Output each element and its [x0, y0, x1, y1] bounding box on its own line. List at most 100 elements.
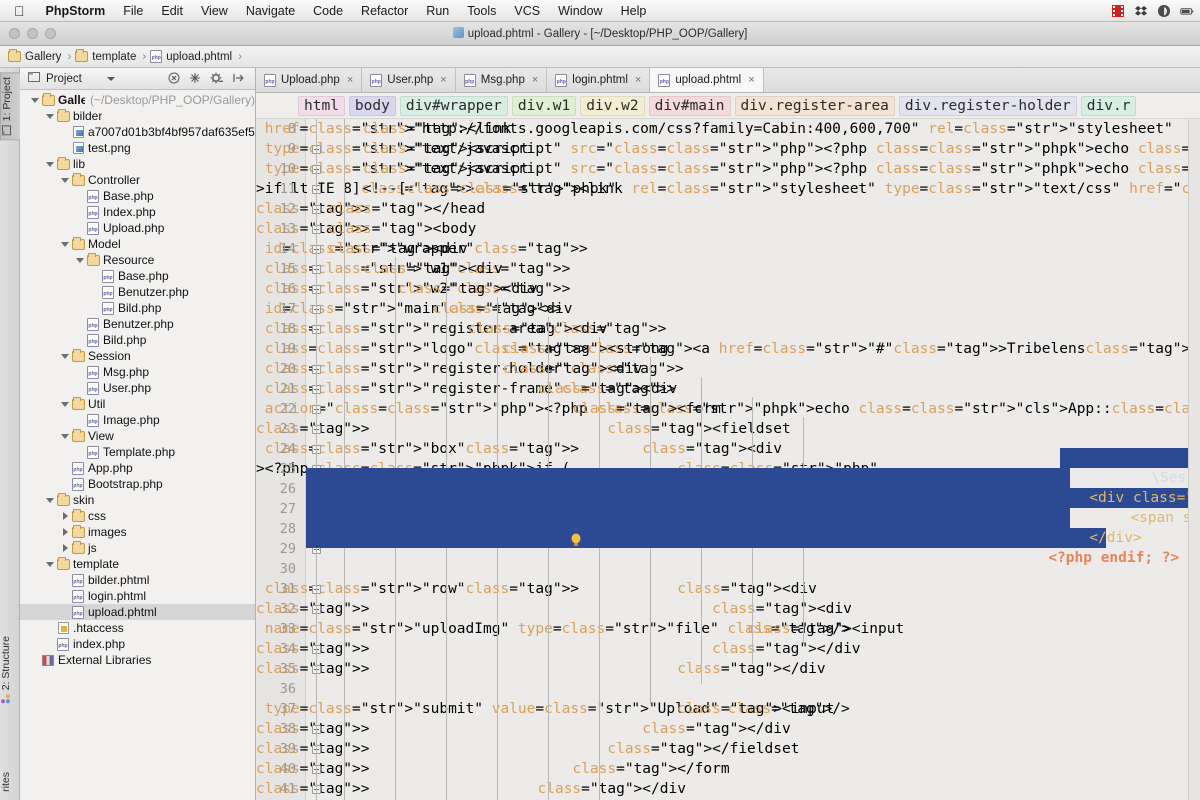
menu-item-edit[interactable]: Edit	[152, 4, 192, 18]
tree-twisty-right[interactable]	[60, 527, 71, 538]
tree-twisty-down[interactable]	[45, 111, 56, 122]
tree-item-bilder-phtml[interactable]: bilder.phtml	[20, 572, 255, 588]
editor-tab-user-php[interactable]: User.php ×	[362, 68, 456, 92]
autoscroll-icon[interactable]	[189, 72, 201, 86]
element-crumb-div-w1[interactable]: div.w1	[511, 95, 577, 116]
tool-window-button-project[interactable]: 1: Project	[0, 72, 20, 141]
menu-item-tools[interactable]: Tools	[458, 4, 505, 18]
tree-item--htaccess[interactable]: .htaccess	[20, 620, 255, 636]
tree-item-bootstrap-php[interactable]: Bootstrap.php	[20, 476, 255, 492]
element-crumb-div-wrapper[interactable]: div#wrapper	[399, 95, 508, 116]
chevron-down-icon[interactable]	[106, 76, 115, 81]
gear-icon[interactable]	[210, 72, 224, 86]
close-icon[interactable]: ×	[438, 74, 446, 86]
tree-twisty-down[interactable]	[60, 399, 71, 410]
menu-item-refactor[interactable]: Refactor	[352, 4, 417, 18]
tree-twisty-down[interactable]	[60, 175, 71, 186]
project-view-selector[interactable]: Project	[24, 71, 119, 86]
breadcrumb-item-template[interactable]: template	[75, 49, 138, 63]
element-crumb-body[interactable]: body	[348, 95, 396, 116]
collapse-all-icon[interactable]	[168, 72, 180, 86]
tree-item-user-php[interactable]: User.php	[20, 380, 255, 396]
code-editor[interactable]: 8 class="tag"><link href=class="str">"ht…	[256, 119, 1200, 800]
tree-item-benutzer-php[interactable]: Benutzer.php	[20, 284, 255, 300]
menu-item-view[interactable]: View	[192, 4, 237, 18]
intention-bulb-icon[interactable]	[570, 533, 581, 546]
tree-item-login-phtml[interactable]: login.phtml	[20, 588, 255, 604]
tree-twisty-right[interactable]	[60, 511, 71, 522]
tree-item-benutzer-php[interactable]: Benutzer.php	[20, 316, 255, 332]
tree-item-view[interactable]: View	[20, 428, 255, 444]
hide-panel-icon[interactable]	[233, 72, 245, 86]
tree-item-resource[interactable]: Resource	[20, 252, 255, 268]
error-stripe[interactable]	[1188, 119, 1200, 800]
menu-item-help[interactable]: Help	[612, 4, 656, 18]
tree-item-a7007d01b3bf4bf957daf635ef5[interactable]: a7007d01b3bf4bf957daf635ef5	[20, 124, 255, 140]
tree-item-js[interactable]: js	[20, 540, 255, 556]
tree-item-index-php[interactable]: Index.php	[20, 204, 255, 220]
tree-item-bilder[interactable]: bilder	[20, 108, 255, 124]
tree-item-test-png[interactable]: test.png	[20, 140, 255, 156]
tree-twisty-down[interactable]	[60, 351, 71, 362]
tool-window-button-favorites[interactable]: rites	[0, 768, 20, 796]
editor-tab-upload-phtml[interactable]: upload.phtml ×	[650, 68, 764, 92]
tree-item-template[interactable]: template	[20, 556, 255, 572]
menu-item-file[interactable]: File	[114, 4, 152, 18]
breadcrumb-item-gallery[interactable]: Gallery	[8, 49, 63, 63]
tree-item-app-php[interactable]: App.php	[20, 460, 255, 476]
recorder-icon[interactable]	[1111, 4, 1125, 18]
tree-item-msg-php[interactable]: Msg.php	[20, 364, 255, 380]
editor-tab-msg-php[interactable]: Msg.php ×	[456, 68, 548, 92]
element-crumb-div-r[interactable]: div.r	[1080, 95, 1137, 116]
tree-item-images[interactable]: images	[20, 524, 255, 540]
menu-item-code[interactable]: Code	[304, 4, 352, 18]
tree-twisty-down[interactable]	[75, 255, 86, 266]
battery-icon[interactable]	[1180, 4, 1194, 18]
tree-item-base-php[interactable]: Base.php	[20, 188, 255, 204]
window-minimize-button[interactable]	[27, 28, 38, 39]
element-crumb-div-w2[interactable]: div.w2	[580, 95, 645, 116]
tree-twisty-down[interactable]	[60, 239, 71, 250]
tree-item-image-php[interactable]: Image.php	[20, 412, 255, 428]
tree-item-upload-php[interactable]: Upload.php	[20, 220, 255, 236]
tree-item-css[interactable]: css	[20, 508, 255, 524]
menu-item-phpstorm[interactable]: PhpStorm	[37, 4, 115, 18]
tree-item-external-libraries[interactable]: External Libraries	[20, 652, 255, 668]
tree-twisty-down[interactable]	[45, 159, 56, 170]
editor-tab-login-phtml[interactable]: login.phtml ×	[547, 68, 651, 92]
window-zoom-button[interactable]	[45, 28, 56, 39]
dropbox-icon[interactable]	[1134, 4, 1148, 18]
tree-item-base-php[interactable]: Base.php	[20, 268, 255, 284]
tree-item-template-php[interactable]: Template.php	[20, 444, 255, 460]
breadcrumb-item-upload-phtml[interactable]: upload.phtml	[150, 50, 234, 63]
menu-item-window[interactable]: Window	[549, 4, 611, 18]
tree-item-index-php[interactable]: index.php	[20, 636, 255, 652]
tree-twisty-right[interactable]	[60, 543, 71, 554]
tree-twisty-down[interactable]	[30, 95, 41, 106]
tree-twisty-down[interactable]	[45, 495, 56, 506]
tree-twisty-down[interactable]	[60, 431, 71, 442]
menu-item-navigate[interactable]: Navigate	[237, 4, 304, 18]
tree-item-bild-php[interactable]: Bild.php	[20, 332, 255, 348]
window-close-button[interactable]	[9, 28, 20, 39]
close-icon[interactable]: ×	[530, 74, 538, 86]
tree-item-upload-phtml[interactable]: upload.phtml	[20, 604, 255, 620]
tree-item-bild-php[interactable]: Bild.php	[20, 300, 255, 316]
apple-menu-icon[interactable]: 	[14, 4, 25, 18]
project-file-tree[interactable]: Gallery (~/Desktop/PHP_OOP/Gallery)bilder…	[20, 90, 255, 800]
close-icon[interactable]: ×	[345, 74, 353, 86]
element-crumb-html[interactable]: html	[298, 95, 345, 116]
tree-item-session[interactable]: Session	[20, 348, 255, 364]
tree-item-controller[interactable]: Controller	[20, 172, 255, 188]
element-crumb-div-register-area[interactable]: div.register-area	[734, 95, 895, 116]
shield-icon[interactable]	[1157, 4, 1171, 18]
element-crumb-div-register-holder[interactable]: div.register-holder	[898, 95, 1077, 116]
tool-window-button-structure[interactable]: 2: Structure	[0, 632, 20, 708]
editor-tab-upload-php[interactable]: Upload.php ×	[256, 68, 363, 92]
tree-item-gallery[interactable]: Gallery (~/Desktop/PHP_OOP/Gallery)	[20, 92, 255, 108]
tree-item-util[interactable]: Util	[20, 396, 255, 412]
tree-item-lib[interactable]: lib	[20, 156, 255, 172]
tree-twisty-down[interactable]	[45, 559, 56, 570]
tree-item-skin[interactable]: skin	[20, 492, 255, 508]
element-crumb-div-main[interactable]: div#main	[648, 95, 731, 116]
